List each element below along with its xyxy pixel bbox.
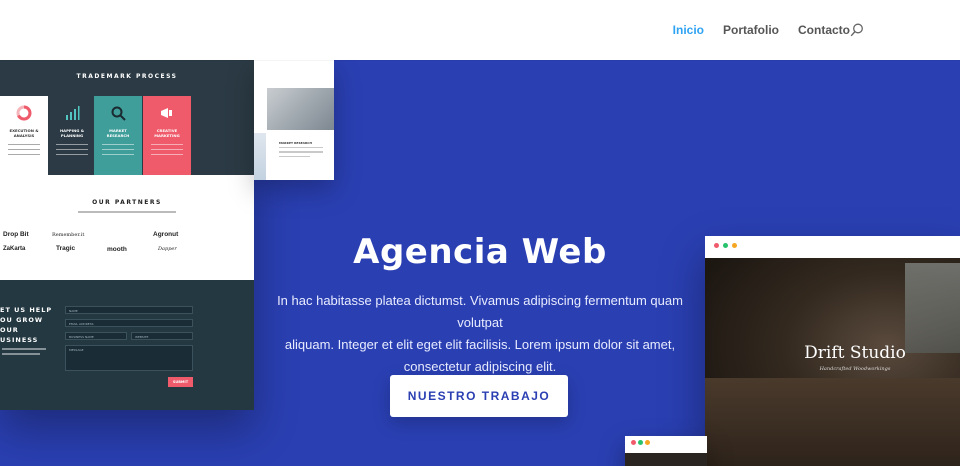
window-light	[905, 263, 960, 353]
partners-title: OUR PARTNERS	[92, 199, 162, 206]
partners-subtitle	[78, 211, 176, 213]
process-card-marketing: CREATIVE MARKETING	[143, 96, 191, 175]
trademark-process-title: TRADEMARK PROCESS	[76, 73, 178, 80]
drift-studio-title: Drift Studio	[804, 343, 906, 363]
contact-heading: ET US HELP OU GROW OUR USINESS	[0, 306, 53, 344]
website-field: WEBSITE	[131, 332, 193, 340]
magnifier-icon	[111, 106, 126, 121]
submit-button: SUBMIT	[168, 377, 193, 387]
website-mockup-top: MARKET RESEARCH	[254, 60, 334, 180]
caption-block: MARKET RESEARCH	[279, 141, 323, 160]
main-nav: Inicio Portafolio Contacto	[654, 23, 850, 37]
nav-item-contacto[interactable]: Contacto	[798, 23, 850, 37]
partner-logo: mooth	[107, 246, 127, 253]
card-label: CREATIVE MARKETING	[154, 128, 180, 138]
workbench	[705, 378, 960, 466]
card-label: MARKET RESEARCH	[106, 128, 130, 138]
message-field: MESSAGE	[65, 345, 193, 371]
thumbnail-photo	[254, 133, 266, 180]
business-name-field: BUSINESS NAME	[65, 332, 127, 340]
partner-logo: Agronut	[153, 231, 179, 238]
workshop-photo: Drift Studio Handcrafted Woodworkings	[705, 258, 960, 466]
process-card-planning: HAPPING & PLANNING	[48, 96, 96, 175]
nav-item-inicio[interactable]: Inicio	[673, 23, 704, 37]
partner-logo: Drop Bit	[3, 231, 29, 238]
contact-section: ET US HELP OU GROW OUR USINESS NAME EMAI…	[0, 280, 254, 410]
hero-content: TRADEMARK PROCESS EXECUTION & ANALYSIS H…	[0, 60, 960, 466]
drift-studio-subtitle: Handcrafted Woodworkings	[819, 366, 891, 372]
dark-photo	[625, 453, 707, 466]
hero-description: In hac habitasse platea dictumst. Vivamu…	[277, 293, 683, 374]
process-card-execution: EXECUTION & ANALYSIS	[0, 96, 48, 175]
partner-logo: ZaKarta	[3, 246, 26, 252]
trademark-process-section: TRADEMARK PROCESS EXECUTION & ANALYSIS H…	[0, 60, 254, 175]
card-label: HAPPING & PLANNING	[59, 128, 85, 138]
process-card-research: MARKET RESEARCH	[94, 96, 142, 175]
person-photo	[267, 88, 334, 130]
partners-section: OUR PARTNERS Drop Bit Remember.it Agronu…	[0, 175, 254, 280]
hero-section: TRADEMARK PROCESS EXECUTION & ANALYSIS H…	[0, 60, 960, 466]
hero-title: Agencia Web	[353, 232, 607, 272]
site-header: Inicio Portafolio Contacto	[0, 0, 960, 60]
card-label: EXECUTION & ANALYSIS	[9, 128, 39, 138]
our-work-button[interactable]: NUESTRO TRABAJO	[390, 375, 568, 417]
email-field: EMAIL ADDRESS	[65, 319, 193, 327]
name-field: NAME	[65, 306, 193, 314]
website-mockup-bottom	[625, 436, 707, 466]
donut-chart-icon	[16, 105, 32, 121]
nav-item-portafolio[interactable]: Portafolio	[723, 23, 779, 37]
bar-chart-icon	[66, 106, 80, 120]
megaphone-icon	[161, 108, 172, 118]
website-mockup-right: Drift Studio Handcrafted Woodworkings	[705, 236, 960, 466]
search-icon[interactable]	[850, 23, 864, 37]
partner-logo: Remember.it	[52, 232, 85, 238]
partner-logo: Tragic	[56, 245, 76, 252]
browser-bar	[705, 236, 960, 258]
partner-logo: Dapper	[158, 246, 177, 252]
website-mockup-left: TRADEMARK PROCESS EXECUTION & ANALYSIS H…	[0, 60, 254, 410]
